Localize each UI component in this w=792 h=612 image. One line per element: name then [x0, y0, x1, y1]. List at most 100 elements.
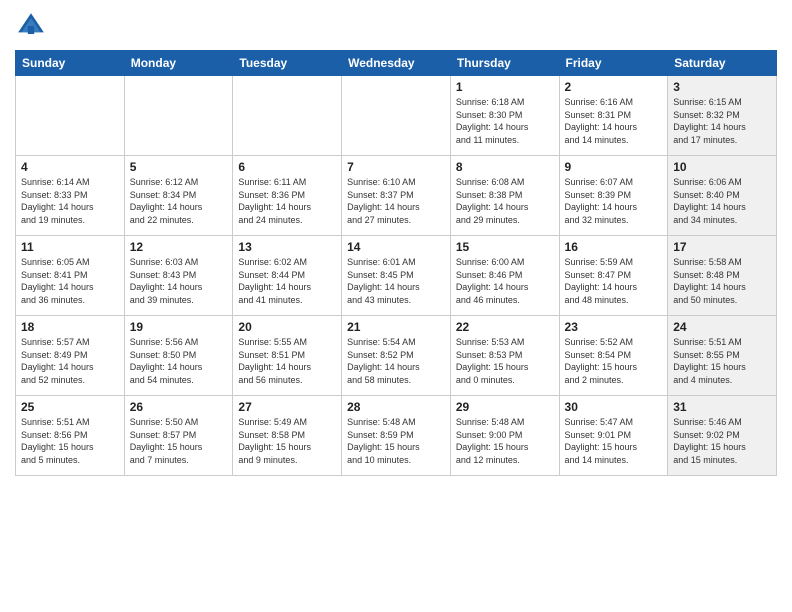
calendar-cell: 8 Sunrise: 6:08 AM Sunset: 8:38 PM Daylig… [450, 156, 559, 236]
day-number: 1 [456, 80, 554, 94]
day-info: Sunrise: 5:57 AM Sunset: 8:49 PM Dayligh… [21, 336, 119, 386]
day-info: Sunrise: 6:10 AM Sunset: 8:37 PM Dayligh… [347, 176, 445, 226]
calendar-cell: 5 Sunrise: 6:12 AM Sunset: 8:34 PM Daylig… [124, 156, 233, 236]
day-number: 31 [673, 400, 771, 414]
day-number: 11 [21, 240, 119, 254]
day-info: Sunrise: 6:01 AM Sunset: 8:45 PM Dayligh… [347, 256, 445, 306]
day-number: 17 [673, 240, 771, 254]
calendar-cell: 31 Sunrise: 5:46 AM Sunset: 9:02 PM Dayli… [668, 396, 777, 476]
day-number: 23 [565, 320, 663, 334]
calendar-cell: 2 Sunrise: 6:16 AM Sunset: 8:31 PM Daylig… [559, 76, 668, 156]
day-number: 9 [565, 160, 663, 174]
day-number: 4 [21, 160, 119, 174]
logo [15, 10, 51, 42]
calendar-week-2: 4 Sunrise: 6:14 AM Sunset: 8:33 PM Daylig… [16, 156, 777, 236]
calendar-cell: 25Sunrise: 5:51 AM Sunset: 8:56 PM Dayli… [16, 396, 125, 476]
calendar-cell: 19 Sunrise: 5:56 AM Sunset: 8:50 PM Dayli… [124, 316, 233, 396]
page-header [15, 10, 777, 42]
calendar-cell: 22 Sunrise: 5:53 AM Sunset: 8:53 PM Dayli… [450, 316, 559, 396]
calendar-cell: 18 Sunrise: 5:57 AM Sunset: 8:49 PM Dayli… [16, 316, 125, 396]
calendar-header-friday: Friday [559, 51, 668, 76]
day-number: 27 [238, 400, 336, 414]
logo-icon [15, 10, 47, 42]
day-info: Sunrise: 6:00 AM Sunset: 8:46 PM Dayligh… [456, 256, 554, 306]
calendar-week-4: 18 Sunrise: 5:57 AM Sunset: 8:49 PM Dayli… [16, 316, 777, 396]
day-number: 30 [565, 400, 663, 414]
calendar-cell: 23 Sunrise: 5:52 AM Sunset: 8:54 PM Dayli… [559, 316, 668, 396]
day-info: Sunrise: 5:54 AM Sunset: 8:52 PM Dayligh… [347, 336, 445, 386]
page-container: SundayMondayTuesdayWednesdayThursdayFrid… [0, 0, 792, 612]
day-number: 22 [456, 320, 554, 334]
calendar-header-wednesday: Wednesday [342, 51, 451, 76]
calendar-cell: 7 Sunrise: 6:10 AM Sunset: 8:37 PM Daylig… [342, 156, 451, 236]
day-info: Sunrise: 6:16 AM Sunset: 8:31 PM Dayligh… [565, 96, 663, 146]
day-info: Sunrise: 5:46 AM Sunset: 9:02 PM Dayligh… [673, 416, 771, 466]
calendar-cell: 10Sunrise: 6:06 AM Sunset: 8:40 PM Dayli… [668, 156, 777, 236]
calendar-cell: 13 Sunrise: 6:02 AM Sunset: 8:44 PM Dayli… [233, 236, 342, 316]
calendar-week-1: 1 Sunrise: 6:18 AM Sunset: 8:30 PM Daylig… [16, 76, 777, 156]
day-number: 29 [456, 400, 554, 414]
calendar-table: SundayMondayTuesdayWednesdayThursdayFrid… [15, 50, 777, 476]
day-number: 20 [238, 320, 336, 334]
calendar-cell: 9 Sunrise: 6:07 AM Sunset: 8:39 PM Daylig… [559, 156, 668, 236]
calendar-cell: 12 Sunrise: 6:03 AM Sunset: 8:43 PM Dayli… [124, 236, 233, 316]
day-info: Sunrise: 5:52 AM Sunset: 8:54 PM Dayligh… [565, 336, 663, 386]
day-info: Sunrise: 5:47 AM Sunset: 9:01 PM Dayligh… [565, 416, 663, 466]
day-info: Sunrise: 6:18 AM Sunset: 8:30 PM Dayligh… [456, 96, 554, 146]
calendar-cell: 17 Sunrise: 5:58 AM Sunset: 8:48 PM Dayli… [668, 236, 777, 316]
day-number: 8 [456, 160, 554, 174]
day-info: Sunrise: 5:49 AM Sunset: 8:58 PM Dayligh… [238, 416, 336, 466]
day-info: Sunrise: 6:12 AM Sunset: 8:34 PM Dayligh… [130, 176, 228, 226]
day-info: Sunrise: 6:07 AM Sunset: 8:39 PM Dayligh… [565, 176, 663, 226]
calendar-week-3: 11 Sunrise: 6:05 AM Sunset: 8:41 PM Dayli… [16, 236, 777, 316]
day-number: 26 [130, 400, 228, 414]
calendar-header-sunday: Sunday [16, 51, 125, 76]
day-number: 19 [130, 320, 228, 334]
day-number: 28 [347, 400, 445, 414]
day-info: Sunrise: 5:59 AM Sunset: 8:47 PM Dayligh… [565, 256, 663, 306]
day-number: 7 [347, 160, 445, 174]
day-number: 21 [347, 320, 445, 334]
calendar-cell: 15 Sunrise: 6:00 AM Sunset: 8:46 PM Dayli… [450, 236, 559, 316]
calendar-cell: 27 Sunrise: 5:49 AM Sunset: 8:58 PM Dayli… [233, 396, 342, 476]
calendar-header-thursday: Thursday [450, 51, 559, 76]
calendar-cell: 28 Sunrise: 5:48 AM Sunset: 8:59 PM Dayli… [342, 396, 451, 476]
calendar-cell: 20 Sunrise: 5:55 AM Sunset: 8:51 PM Dayli… [233, 316, 342, 396]
calendar-cell: 24 Sunrise: 5:51 AM Sunset: 8:55 PM Dayli… [668, 316, 777, 396]
calendar-cell: 4 Sunrise: 6:14 AM Sunset: 8:33 PM Daylig… [16, 156, 125, 236]
calendar-cell: 3Sunrise: 6:15 AM Sunset: 8:32 PM Daylig… [668, 76, 777, 156]
calendar-cell [16, 76, 125, 156]
day-number: 16 [565, 240, 663, 254]
calendar-cell: 21 Sunrise: 5:54 AM Sunset: 8:52 PM Dayli… [342, 316, 451, 396]
day-number: 2 [565, 80, 663, 94]
day-info: Sunrise: 5:51 AM Sunset: 8:55 PM Dayligh… [673, 336, 771, 386]
day-number: 13 [238, 240, 336, 254]
day-number: 5 [130, 160, 228, 174]
calendar-header-saturday: Saturday [668, 51, 777, 76]
day-info: Sunrise: 5:51 AM Sunset: 8:56 PM Dayligh… [21, 416, 119, 466]
day-info: Sunrise: 5:53 AM Sunset: 8:53 PM Dayligh… [456, 336, 554, 386]
day-info: Sunrise: 5:48 AM Sunset: 8:59 PM Dayligh… [347, 416, 445, 466]
day-number: 3 [673, 80, 771, 94]
calendar-cell: 16 Sunrise: 5:59 AM Sunset: 8:47 PM Dayli… [559, 236, 668, 316]
day-info: Sunrise: 6:05 AM Sunset: 8:41 PM Dayligh… [21, 256, 119, 306]
day-info: Sunrise: 5:50 AM Sunset: 8:57 PM Dayligh… [130, 416, 228, 466]
day-number: 15 [456, 240, 554, 254]
calendar-cell: 14Sunrise: 6:01 AM Sunset: 8:45 PM Dayli… [342, 236, 451, 316]
day-info: Sunrise: 6:08 AM Sunset: 8:38 PM Dayligh… [456, 176, 554, 226]
day-number: 18 [21, 320, 119, 334]
day-info: Sunrise: 5:58 AM Sunset: 8:48 PM Dayligh… [673, 256, 771, 306]
calendar-header-row: SundayMondayTuesdayWednesdayThursdayFrid… [16, 51, 777, 76]
calendar-cell: 29 Sunrise: 5:48 AM Sunset: 9:00 PM Dayli… [450, 396, 559, 476]
day-number: 24 [673, 320, 771, 334]
day-info: Sunrise: 6:02 AM Sunset: 8:44 PM Dayligh… [238, 256, 336, 306]
calendar-cell: 11 Sunrise: 6:05 AM Sunset: 8:41 PM Dayli… [16, 236, 125, 316]
day-info: Sunrise: 5:48 AM Sunset: 9:00 PM Dayligh… [456, 416, 554, 466]
day-number: 12 [130, 240, 228, 254]
calendar-cell: 30 Sunrise: 5:47 AM Sunset: 9:01 PM Dayli… [559, 396, 668, 476]
day-info: Sunrise: 5:55 AM Sunset: 8:51 PM Dayligh… [238, 336, 336, 386]
calendar-cell [124, 76, 233, 156]
day-info: Sunrise: 5:56 AM Sunset: 8:50 PM Dayligh… [130, 336, 228, 386]
day-info: Sunrise: 6:03 AM Sunset: 8:43 PM Dayligh… [130, 256, 228, 306]
day-info: Sunrise: 6:14 AM Sunset: 8:33 PM Dayligh… [21, 176, 119, 226]
